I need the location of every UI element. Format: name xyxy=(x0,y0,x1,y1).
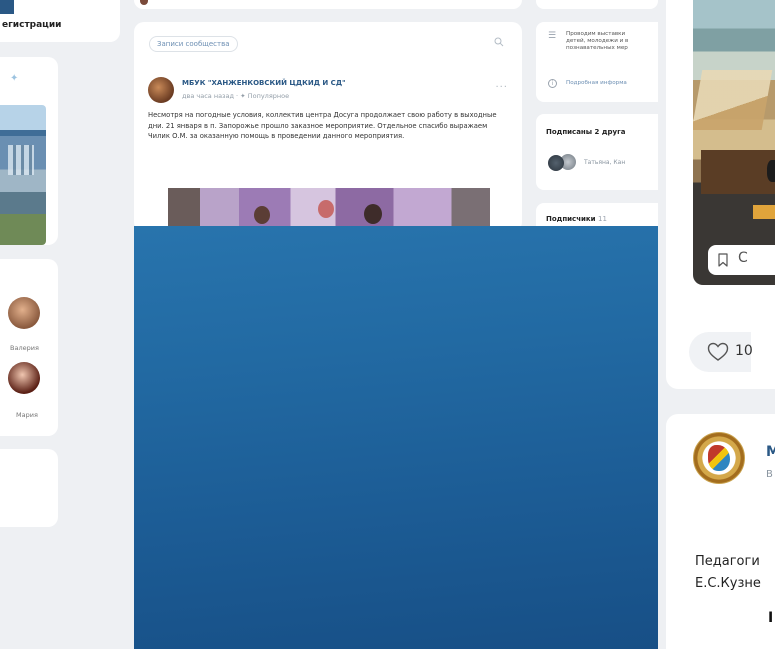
photo-actions: C xyxy=(708,245,775,275)
post-text-fragment: I xyxy=(768,610,774,626)
building-photo[interactable] xyxy=(0,105,46,245)
list-icon: ☰ xyxy=(548,31,557,41)
sidebar-card xyxy=(0,449,58,527)
photo-detail xyxy=(753,205,775,219)
community-emblem[interactable] xyxy=(693,432,745,484)
avatar xyxy=(140,0,148,5)
post-text-line: Е.С.Кузне xyxy=(695,576,761,591)
photo-detail xyxy=(254,206,270,224)
post-timestamp: В xyxy=(766,469,773,480)
composer-strip xyxy=(134,0,522,9)
sparkle-icon: ✦ xyxy=(10,73,19,84)
post-author[interactable]: M xyxy=(766,444,775,460)
community-info-card: ☰ Проводим выставки детей, молодежи и в … xyxy=(536,22,658,102)
more-icon[interactable]: ··· xyxy=(495,82,508,93)
member-name[interactable]: Валерия xyxy=(10,344,39,352)
post-author[interactable]: МБУК "ХАНЖЕНКОВСКИЙ ЦДКИД И СД" xyxy=(182,79,346,87)
bookmark-icon[interactable] xyxy=(718,253,728,267)
post-text-line: Педагоги xyxy=(695,554,760,569)
post-card: Записи сообщества МБУК "ХАНЖЕНКОВСКИЙ ЦД… xyxy=(134,22,522,232)
friend-names[interactable]: Татьяна, Кан xyxy=(584,159,625,166)
photo-post-card: C 10 xyxy=(666,0,775,389)
registration-card[interactable]: егистрации xyxy=(0,0,120,42)
photo-detail xyxy=(693,70,773,130)
feed-page: егистрации ✦ Валерия Мария Записи сообще… xyxy=(0,0,775,649)
description-line: познавательных мер xyxy=(566,45,628,52)
subscribers-title: Подписчики 11 xyxy=(546,215,607,223)
share-icon[interactable]: C xyxy=(738,250,748,266)
member-name[interactable]: Мария xyxy=(16,411,38,419)
description-line: детей, молодежи и в xyxy=(566,38,629,45)
post-timestamp[interactable]: два часа назад · ✦ Популярное xyxy=(182,92,289,100)
details-link[interactable]: Подробная информа xyxy=(566,80,658,86)
friends-card[interactable]: Подписаны 2 друга Татьяна, Кан xyxy=(536,114,658,190)
info-icon: i xyxy=(548,79,557,88)
subscribers-count: 11 xyxy=(598,215,607,223)
post-card: M В Педагоги Е.С.Кузне I xyxy=(666,414,775,649)
wall-filter-tab[interactable]: Записи сообщества xyxy=(149,36,238,52)
community-photo-card[interactable]: ✦ xyxy=(0,57,58,245)
members-card: Валерия Мария xyxy=(0,259,58,436)
avatar[interactable] xyxy=(548,155,564,171)
like-count: 10 xyxy=(735,343,753,359)
brand-marker xyxy=(0,0,14,14)
post-text: Педагоги Е.С.Кузне xyxy=(695,551,761,595)
blue-overlay-panel xyxy=(134,226,658,649)
friends-title: Подписаны 2 друга xyxy=(546,128,626,136)
photo-detail xyxy=(364,204,382,224)
post-text: Несмотря на погодные условия, коллектив … xyxy=(148,111,497,140)
photo-detail xyxy=(767,160,775,182)
photo-detail xyxy=(318,200,334,218)
search-icon[interactable] xyxy=(494,37,504,47)
photo-detail xyxy=(701,150,775,194)
sidebar-strip xyxy=(536,0,658,9)
post-photo[interactable] xyxy=(693,0,775,285)
avatar[interactable] xyxy=(148,77,174,103)
registration-label: егистрации xyxy=(2,20,62,30)
avatar[interactable] xyxy=(8,362,40,394)
subscribers-label: Подписчики xyxy=(546,215,596,223)
avatar[interactable] xyxy=(8,297,40,329)
heart-icon xyxy=(707,342,729,361)
community-description: Проводим выставки детей, молодежи и в по… xyxy=(566,31,658,53)
like-button[interactable]: 10 xyxy=(689,332,753,372)
